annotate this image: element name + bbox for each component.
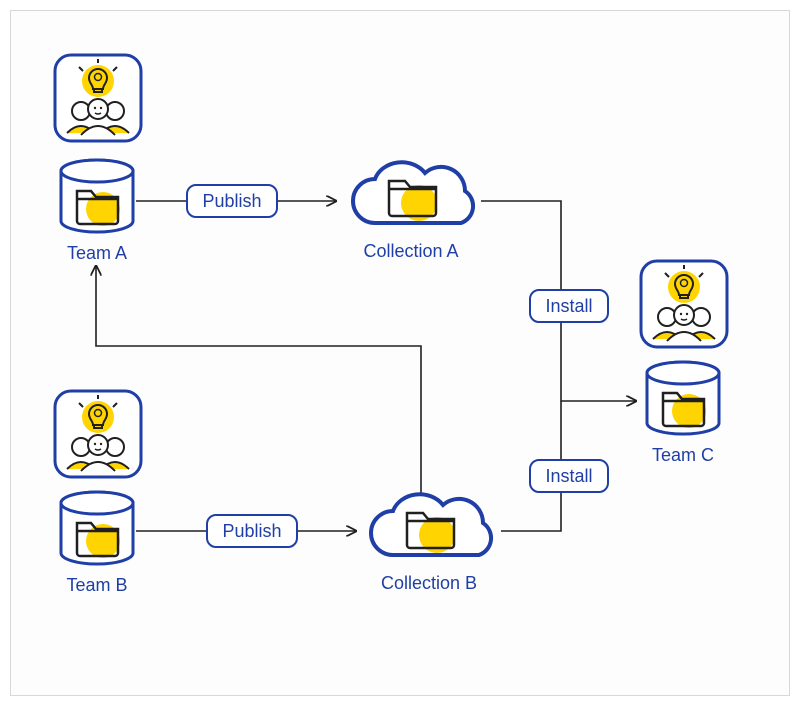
install-a-pill: Install (529, 289, 609, 323)
team-c-database-icon (643, 361, 723, 441)
team-a-label: Team A (57, 243, 137, 264)
collection-a-cloud-icon (341, 157, 481, 237)
collection-b-label: Collection B (369, 573, 489, 594)
team-c-people-icon (639, 259, 729, 349)
team-b-people-icon (53, 389, 143, 479)
diagram-canvas: Team A Team B Team C Collection A Collec… (11, 11, 789, 695)
team-b-database-icon (57, 491, 137, 571)
publish-b-pill: Publish (206, 514, 298, 548)
team-c-label: Team C (643, 445, 723, 466)
diagram-frame: Team A Team B Team C Collection A Collec… (10, 10, 790, 696)
collection-a-label: Collection A (351, 241, 471, 262)
team-a-people-icon (53, 53, 143, 143)
team-a-database-icon (57, 159, 137, 239)
collection-b-cloud-icon (359, 489, 499, 569)
install-b-pill: Install (529, 459, 609, 493)
publish-a-pill: Publish (186, 184, 278, 218)
team-b-label: Team B (57, 575, 137, 596)
